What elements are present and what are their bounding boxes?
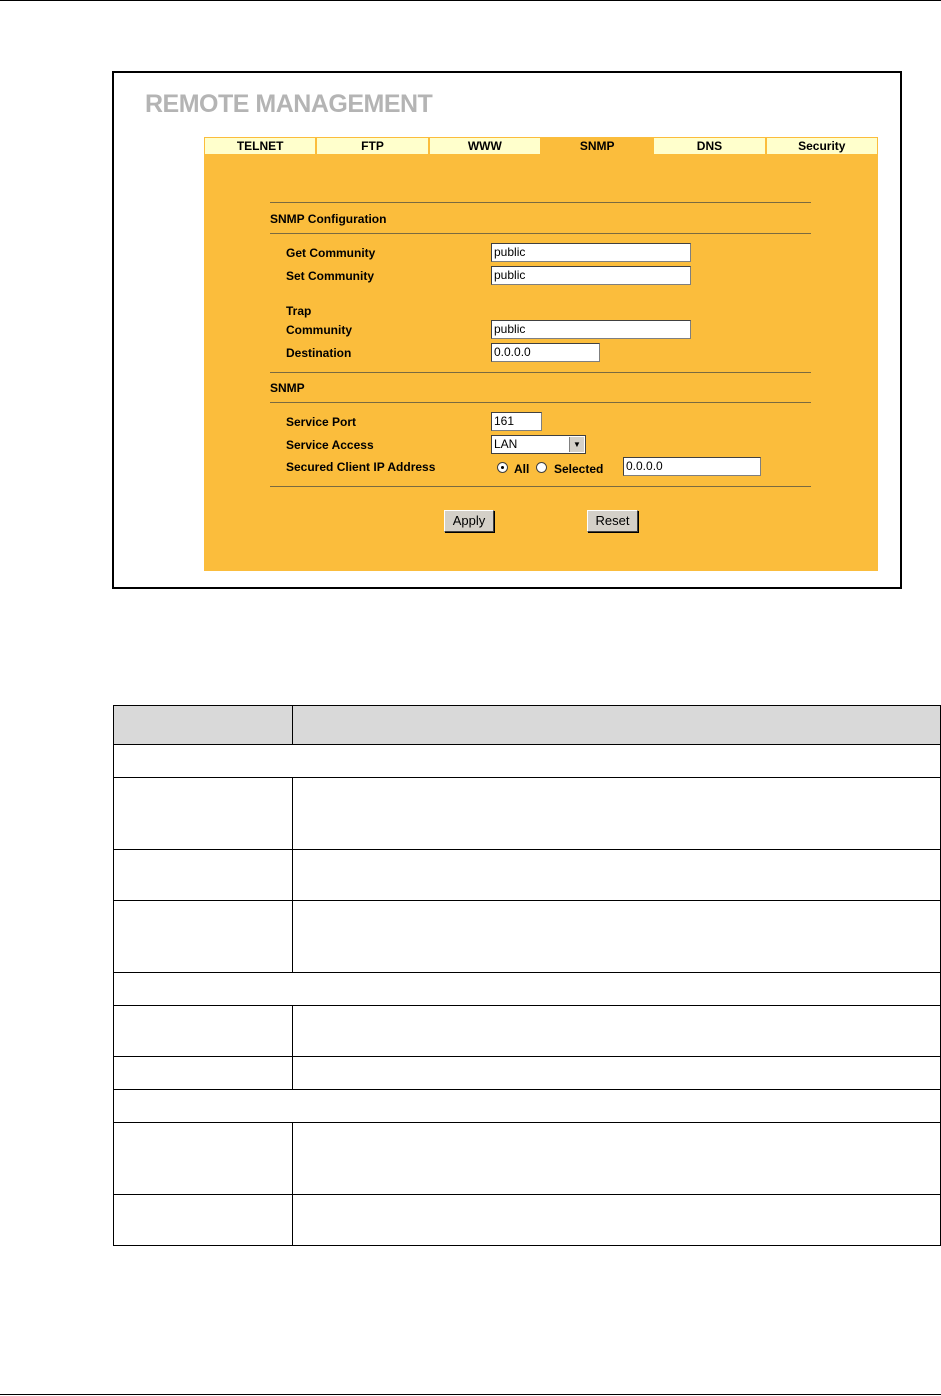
snmp-heading: SNMP <box>270 381 305 395</box>
table-cell <box>113 1194 293 1246</box>
service-access-label: Service Access <box>286 438 374 452</box>
table-row <box>113 900 941 973</box>
table-cell <box>292 1122 941 1195</box>
destination-input[interactable]: 0.0.0.0 <box>491 343 600 362</box>
table-row <box>113 972 941 1006</box>
field-description-table <box>113 705 941 1246</box>
table-cell <box>113 1005 293 1057</box>
secured-client-ip-label: Secured Client IP Address <box>286 460 436 474</box>
radio-all-label: All <box>514 462 530 476</box>
tab-ftp[interactable]: FTP <box>317 138 428 154</box>
tab-dns[interactable]: DNS <box>654 138 765 154</box>
destination-label: Destination <box>286 346 352 360</box>
table-row <box>113 777 941 850</box>
table-row <box>113 1089 941 1123</box>
divider <box>270 372 811 373</box>
trap-label: Trap <box>286 304 312 318</box>
radio-selected[interactable] <box>536 462 547 473</box>
radio-dot <box>501 466 504 469</box>
snmp-panel: SNMP Configuration Get Community public … <box>204 155 878 571</box>
table-cell <box>113 972 941 1006</box>
table-row <box>113 1056 941 1090</box>
tab-security[interactable]: Security <box>766 138 877 154</box>
divider <box>270 486 811 487</box>
table-cell <box>113 900 293 973</box>
page-title: REMOTE MANAGEMENT <box>145 90 433 118</box>
chevron-down-icon[interactable]: ▼ <box>569 437 584 452</box>
set-community-label: Set Community <box>286 269 375 283</box>
tab-snmp[interactable]: SNMP <box>541 138 653 154</box>
table-cell <box>292 849 941 901</box>
radio-selected-label: Selected <box>554 462 604 476</box>
get-community-label: Get Community <box>286 246 376 260</box>
get-community-input[interactable]: public <box>491 243 691 262</box>
tab-www[interactable]: WWW <box>429 138 540 154</box>
trap-community-label: Community <box>286 323 352 337</box>
table-cell <box>113 744 941 778</box>
set-community-input[interactable]: public <box>491 266 691 285</box>
table-header-cell <box>113 705 293 745</box>
service-port-label: Service Port <box>286 415 357 429</box>
divider <box>270 202 811 203</box>
table-row <box>113 744 941 778</box>
table-row <box>113 1194 941 1246</box>
tab-bar: TELNET FTP WWW SNMP DNS Security <box>204 137 878 155</box>
radio-all[interactable] <box>497 462 508 473</box>
table-cell <box>113 849 293 901</box>
service-port-input[interactable]: 161 <box>491 412 542 431</box>
tab-telnet[interactable]: TELNET <box>205 138 316 154</box>
top-rule <box>0 0 941 1</box>
divider <box>270 402 811 403</box>
table-row <box>113 1122 941 1195</box>
table-cell <box>292 1194 941 1246</box>
screenshot-frame: REMOTE MANAGEMENT TELNET FTP WWW SNMP DN… <box>112 71 902 589</box>
table-header-cell <box>292 705 941 745</box>
table-cell <box>292 900 941 973</box>
trap-community-input[interactable]: public <box>491 320 691 339</box>
table-row <box>113 1005 941 1057</box>
table-cell <box>113 777 293 850</box>
bottom-rule <box>0 1394 941 1395</box>
table-header-row <box>113 705 941 745</box>
snmp-configuration-heading: SNMP Configuration <box>270 212 387 226</box>
table-row <box>113 849 941 901</box>
table-cell <box>113 1089 941 1123</box>
divider <box>270 233 811 234</box>
table-cell <box>113 1056 293 1090</box>
table-cell <box>292 777 941 850</box>
reset-button[interactable]: Reset <box>587 510 638 532</box>
service-access-value: LAN <box>494 437 518 451</box>
apply-button[interactable]: Apply <box>444 510 494 532</box>
table-cell <box>113 1122 293 1195</box>
table-cell <box>292 1056 941 1090</box>
secured-ip-input[interactable]: 0.0.0.0 <box>623 457 761 476</box>
service-access-select[interactable]: LAN ▼ <box>491 435 586 454</box>
table-cell <box>292 1005 941 1057</box>
